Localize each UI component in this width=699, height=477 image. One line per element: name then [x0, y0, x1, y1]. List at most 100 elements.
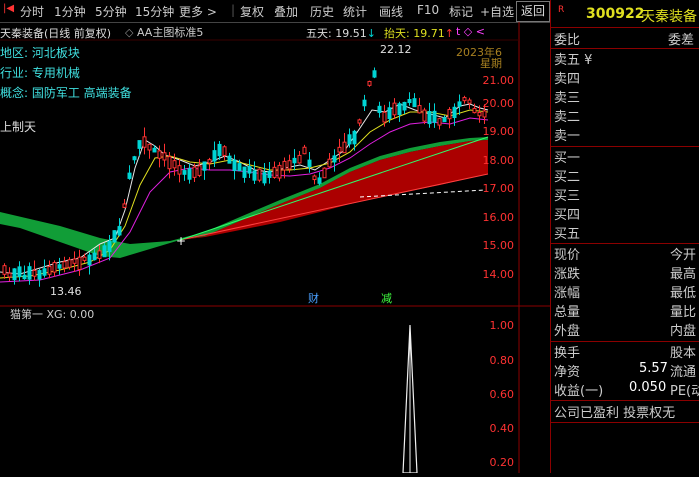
weibi-row: 委比 委差 [551, 29, 699, 48]
tab-1min[interactable]: 1分钟 [54, 3, 86, 20]
candle-body [227, 155, 232, 164]
back-button[interactable]: 返回 [516, 1, 550, 22]
candle-body [132, 156, 137, 161]
taitian-text: 抬天: 19.71 [384, 27, 445, 40]
tab-more[interactable]: 更多 > [179, 3, 217, 20]
candle-body [67, 259, 72, 268]
kline-chart[interactable]: 21.00 20.00 19.00 18.00 17.00 16.00 15.0… [0, 22, 550, 474]
buy-label: 买一 [554, 151, 581, 166]
candle-body [352, 130, 357, 145]
candle-body [312, 175, 317, 181]
indicator-selector[interactable]: ◇ AA主图标准5 [125, 24, 203, 40]
sub-tick-label: 0.60 [490, 388, 515, 401]
stock-code: 300922 [586, 6, 645, 22]
candle-body [357, 119, 362, 124]
wutian-arrow-icon: ↓ [366, 27, 376, 40]
candle-body [322, 167, 327, 179]
candle-body [402, 101, 407, 111]
sub-tick-label: 1.00 [490, 319, 515, 332]
history-button[interactable]: 历史 [310, 3, 334, 20]
candle-body [327, 158, 332, 168]
candle-body [262, 172, 267, 184]
chart-mark-icons[interactable]: t ◇ < [456, 25, 485, 38]
candle-body [392, 102, 397, 116]
low-price-label: 13.46 [50, 285, 82, 298]
candle-body [412, 98, 417, 108]
dropdown-icon: ◇ [125, 26, 134, 39]
candle-body [467, 99, 472, 104]
event-reduction-marker[interactable]: 减 [381, 292, 392, 305]
taitian-arrow-icon: ↑ [444, 27, 454, 40]
weibi-label: 委比 [554, 33, 581, 48]
stats-button[interactable]: 统计 [343, 3, 367, 20]
indicator-name: AA主图标准5 [136, 26, 204, 39]
buy-label: 买五 [554, 227, 581, 242]
stat-label: 总量 [554, 305, 581, 320]
draw-line-button[interactable]: 画线 [379, 3, 403, 20]
region-info: 地区: 河北板块 [0, 46, 80, 60]
sell-label: 卖五 ¥ [554, 53, 593, 68]
candle-body [347, 134, 352, 145]
candle-body [452, 106, 457, 119]
stat-row: 涨跌 最高 [551, 263, 699, 282]
candle-body [167, 156, 172, 170]
y-tick-label: 15.00 [483, 239, 515, 252]
tab-5min[interactable]: 5分钟 [95, 3, 127, 20]
buy-row: 买二 [551, 166, 699, 185]
candle-body [192, 166, 197, 178]
fuquan-button[interactable]: 复权 [240, 3, 264, 20]
sub-tick-label: 0.80 [490, 354, 515, 367]
sell-row: 卖三 [551, 87, 699, 106]
buy-label: 买四 [554, 208, 581, 223]
ma-line-magenta [0, 117, 489, 283]
candle-body [377, 105, 382, 113]
stat-label-right: 最高 [670, 267, 697, 282]
collapse-icon[interactable]: |◀ [3, 3, 14, 14]
f10-button[interactable]: F10 [417, 3, 439, 17]
candle-body [367, 80, 372, 86]
sub-panel-label: 猫第一 XG: 0.00 [10, 307, 94, 321]
candle-body [267, 170, 272, 178]
tab-fenshi[interactable]: 分时 [20, 3, 44, 20]
candle-body [437, 118, 442, 126]
quote-panel: R 300922 天秦装备 委比 委差 卖五 ¥ 卖四 卖三 卖二 卖一 买一 … [550, 0, 699, 473]
candle-body [232, 159, 237, 172]
weekday-label: 星期 [480, 57, 502, 70]
candle-body [242, 166, 247, 178]
stat-label-right: 今开 [670, 248, 697, 263]
candle-body [272, 166, 277, 178]
candle-body [157, 150, 162, 159]
buy-row: 买四 [551, 204, 699, 223]
tab-15min[interactable]: 15分钟 [135, 3, 174, 20]
stat-label: 涨跌 [554, 267, 581, 282]
high-price-label: 22.12 [380, 43, 412, 56]
candle-body [57, 264, 62, 269]
candle-body [202, 161, 207, 171]
candle-body [207, 159, 212, 164]
candle-body [302, 146, 307, 155]
sell-row: 卖一 [551, 125, 699, 144]
buy-label: 买三 [554, 189, 581, 204]
overlay-button[interactable]: 叠加 [274, 3, 298, 20]
candle-body [247, 166, 252, 174]
upper-label: 上制天 [0, 120, 37, 134]
divider [551, 422, 699, 423]
candle-body [97, 250, 102, 259]
mark-button[interactable]: 标记 [449, 3, 473, 20]
candle-body [162, 152, 167, 161]
stat-row: 换手 股本 [551, 342, 699, 361]
candle-body [102, 245, 107, 258]
candle-body [17, 266, 22, 278]
sub-tick-label: 0.20 [490, 456, 515, 469]
y-tick-label: 16.00 [483, 211, 515, 224]
event-financial-marker[interactable]: 财 [308, 291, 319, 305]
candle-body [282, 160, 287, 171]
stat-value: 5.57 [639, 361, 668, 376]
stat-label: 净资 [554, 365, 581, 380]
add-watchlist-button[interactable]: +自选 [480, 3, 514, 20]
company-status: 公司已盈利 投票权无 [551, 402, 699, 421]
y-tick-label: 14.00 [483, 268, 515, 281]
stat-row: 收益(一) 0.050 PE(动 [551, 380, 699, 399]
stat-label: 收益(一) [554, 384, 604, 399]
candle-body [62, 261, 67, 269]
